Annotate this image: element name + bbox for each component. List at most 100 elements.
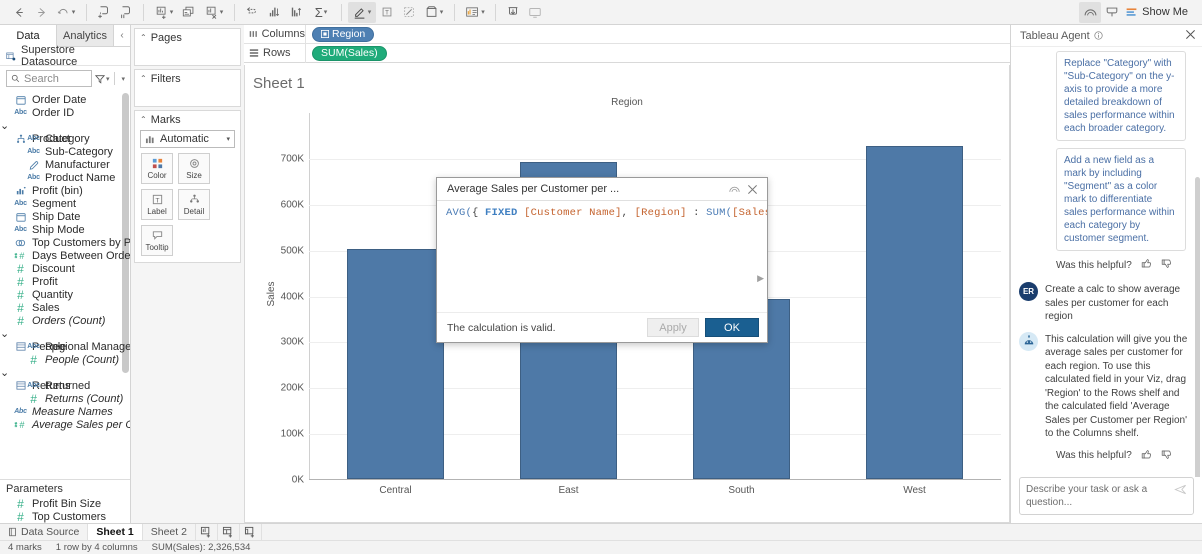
- new-dashboard-icon[interactable]: [218, 524, 240, 540]
- calculation-dialog[interactable]: Average Sales per Customer per ... AVG({…: [436, 177, 768, 343]
- new-worksheet-icon[interactable]: ▾: [150, 2, 178, 23]
- formula-editor[interactable]: AVG({ FIXED [Customer Name], [Region] : …: [437, 201, 767, 312]
- field-item[interactable]: Order Date: [0, 93, 130, 106]
- field-item[interactable]: # Discount: [0, 262, 130, 275]
- field-item[interactable]: Abc Order ID: [0, 106, 130, 119]
- forward-arrow-icon[interactable]: [30, 2, 52, 23]
- agent-conversation[interactable]: Replace "Category" with "Sub-Category" o…: [1011, 47, 1202, 477]
- chevron-down-icon[interactable]: ⌄: [0, 328, 9, 340]
- field-item[interactable]: Top Customers by P...: [0, 236, 130, 249]
- agent-scrollbar[interactable]: [1195, 177, 1200, 477]
- swap-rows-columns-icon[interactable]: [241, 2, 263, 23]
- duplicate-sheet-icon[interactable]: [178, 2, 200, 23]
- field-item[interactable]: # Average Sales per Cu...: [0, 418, 130, 431]
- more-options-icon[interactable]: ▾: [120, 75, 125, 83]
- pause-icon[interactable]: [115, 2, 137, 23]
- tab-analytics[interactable]: Analytics: [57, 25, 114, 46]
- mark-type-dropdown[interactable]: Automatic ▾: [140, 130, 235, 148]
- bar-west[interactable]: [866, 146, 963, 479]
- field-item[interactable]: # Orders (Count): [0, 314, 130, 327]
- field-item[interactable]: # Sales: [0, 301, 130, 314]
- show-me-button[interactable]: Show Me: [1123, 2, 1194, 23]
- field-item[interactable]: Abc Measure Names: [0, 405, 130, 418]
- field-item[interactable]: Profit (bin): [0, 184, 130, 197]
- suggestion-card[interactable]: Replace "Category" with "Sub-Category" o…: [1056, 51, 1186, 141]
- sheet-tab-2[interactable]: Sheet 2: [143, 524, 196, 540]
- totals-icon[interactable]: Σ ▾: [307, 2, 335, 23]
- undo-redo-icon[interactable]: ▾: [52, 2, 80, 23]
- datasource-row[interactable]: Superstore Datasource: [0, 44, 130, 68]
- search-input[interactable]: Search: [6, 70, 92, 87]
- field-item[interactable]: Abc Product Name: [0, 171, 130, 184]
- annotate-icon[interactable]: [398, 2, 420, 23]
- text-labels-icon[interactable]: T: [376, 2, 398, 23]
- filters-card-header[interactable]: ⌃ Filters: [135, 70, 240, 87]
- mark-tooltip-button[interactable]: Tooltip: [141, 225, 173, 256]
- agent-close-icon[interactable]: [1185, 29, 1196, 43]
- sort-ascending-icon[interactable]: [263, 2, 285, 23]
- close-icon[interactable]: [743, 184, 761, 195]
- presentation-mode-icon[interactable]: ▾: [461, 2, 489, 23]
- thumbs-up-icon[interactable]: [1141, 258, 1152, 272]
- agent-toggle-icon[interactable]: [1079, 1, 1102, 23]
- search-placeholder: Search: [24, 72, 59, 85]
- field-item[interactable]: Abc Sub-Category: [0, 145, 130, 158]
- sheet-tab-1[interactable]: Sheet 1: [88, 524, 143, 540]
- ok-button[interactable]: OK: [705, 318, 759, 337]
- columns-shelf[interactable]: Columns Region: [244, 24, 1010, 44]
- mark-detail-button[interactable]: Detail: [178, 189, 210, 220]
- export-icon[interactable]: [502, 2, 524, 23]
- suggestion-card[interactable]: Add a new field as a mark by including "…: [1056, 148, 1186, 251]
- field-item[interactable]: # Quantity: [0, 288, 130, 301]
- highlighter-icon[interactable]: ▾: [348, 1, 376, 23]
- dashboard-layout-icon[interactable]: [1101, 2, 1123, 23]
- field-item[interactable]: # Profit Bin Size: [0, 497, 130, 510]
- marks-card-header[interactable]: ⌃ Marks: [135, 111, 240, 128]
- bar-central[interactable]: [347, 249, 444, 479]
- pill-sum-sales[interactable]: SUM(Sales): [312, 45, 387, 61]
- field-item[interactable]: Abc Segment: [0, 197, 130, 210]
- filter-icon[interactable]: ▾: [94, 74, 109, 84]
- new-story-icon[interactable]: [240, 524, 262, 540]
- thumbs-down-icon[interactable]: [1161, 258, 1172, 272]
- thumbs-up-icon[interactable]: [1141, 449, 1152, 463]
- new-worksheet-icon[interactable]: [196, 524, 218, 540]
- chevron-down-icon[interactable]: ⌄: [0, 367, 9, 379]
- formula-text[interactable]: AVG({ FIXED [Customer Name], [Region] : …: [446, 207, 767, 219]
- field-item[interactable]: Abc Regional Manager: [0, 340, 130, 353]
- clear-sheet-icon[interactable]: ▾: [200, 2, 228, 23]
- fit-view-icon[interactable]: ▾: [420, 2, 448, 23]
- save-icon[interactable]: [93, 2, 115, 23]
- mark-color-button[interactable]: Color: [141, 153, 173, 184]
- pill-region[interactable]: Region: [312, 26, 375, 42]
- field-item[interactable]: Abc Ship Mode: [0, 223, 130, 236]
- field-item[interactable]: Manufacturer: [0, 158, 130, 171]
- field-item[interactable]: # Profit: [0, 275, 130, 288]
- field-item[interactable]: Abc Category: [0, 132, 130, 145]
- expand-panel-icon[interactable]: ▶: [757, 273, 764, 284]
- field-item[interactable]: # Days Between Orde...: [0, 249, 130, 262]
- agent-assist-icon[interactable]: [725, 183, 743, 195]
- mark-label-button[interactable]: T Label: [141, 189, 173, 220]
- apply-button[interactable]: Apply: [647, 318, 699, 337]
- device-preview-icon[interactable]: [524, 2, 546, 23]
- sort-descending-icon[interactable]: [285, 2, 307, 23]
- rows-shelf[interactable]: Rows SUM(Sales): [244, 43, 1010, 63]
- field-item[interactable]: # Top Customers: [0, 510, 130, 523]
- field-row-wrap: Abc Segment: [0, 197, 130, 210]
- mark-size-button[interactable]: Size: [178, 153, 210, 184]
- agent-input[interactable]: Describe your task or ask a question...: [1019, 477, 1194, 515]
- field-item[interactable]: Ship Date: [0, 210, 130, 223]
- thumbs-down-icon[interactable]: [1161, 449, 1172, 463]
- field-list[interactable]: Order Date Abc Order ID ⌄ Product Abc Category…: [0, 91, 130, 479]
- data-source-tab[interactable]: Data Source: [0, 524, 89, 540]
- field-item[interactable]: # People (Count): [0, 353, 130, 366]
- send-icon[interactable]: [1170, 483, 1187, 499]
- field-item[interactable]: # Returns (Count): [0, 392, 130, 405]
- field-item[interactable]: Abc Returned: [0, 379, 130, 392]
- back-arrow-icon[interactable]: [8, 2, 30, 23]
- collapse-pane-icon[interactable]: ‹: [114, 25, 130, 46]
- field-label: Profit (bin): [32, 184, 83, 197]
- pages-card-header[interactable]: ⌃ Pages: [135, 29, 240, 46]
- chevron-down-icon[interactable]: ⌄: [0, 120, 9, 132]
